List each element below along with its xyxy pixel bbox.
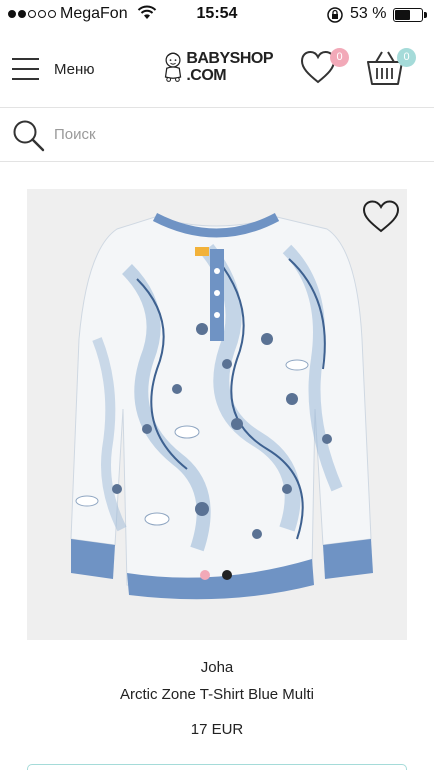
site-header: Меню BABYSHOP .COM 0 0 bbox=[0, 30, 434, 108]
product-price: 17 EUR bbox=[190, 721, 244, 738]
product-name[interactable]: Arctic Zone T-Shirt Blue Multi bbox=[0, 686, 434, 703]
battery-icon bbox=[393, 8, 427, 22]
cart-count-badge: 0 bbox=[397, 48, 416, 67]
image-carousel-dots bbox=[200, 570, 232, 580]
battery-percent: 53 % bbox=[350, 5, 387, 22]
add-to-wishlist-button[interactable] bbox=[361, 199, 401, 235]
hamburger-icon bbox=[12, 58, 39, 80]
menu-button[interactable]: Меню bbox=[12, 54, 112, 84]
carousel-dot-2-active[interactable] bbox=[222, 570, 232, 580]
wishlist-count-badge: 0 bbox=[330, 48, 349, 67]
menu-label: Меню bbox=[54, 60, 95, 78]
logo-text-line1: BABYSHOP bbox=[186, 50, 273, 67]
next-card-edge bbox=[27, 764, 407, 770]
search-icon bbox=[13, 120, 45, 152]
babyshop-logo[interactable]: BABYSHOP .COM bbox=[163, 42, 273, 92]
carousel-dot-1[interactable] bbox=[200, 570, 210, 580]
search-input[interactable]: Поиск bbox=[0, 109, 434, 162]
rotation-lock-icon bbox=[326, 6, 344, 29]
status-bar: MegaFon 15:54 53 % bbox=[0, 0, 434, 30]
baby-logo-icon bbox=[164, 52, 182, 82]
product-image[interactable] bbox=[27, 189, 407, 640]
heart-outline-icon bbox=[362, 200, 400, 233]
logo-text-line2: .COM bbox=[186, 67, 227, 84]
wishlist-button[interactable]: 0 bbox=[300, 48, 352, 88]
product-brand[interactable]: Joha bbox=[0, 659, 434, 676]
cart-button[interactable]: 0 bbox=[366, 48, 418, 88]
search-placeholder: Поиск bbox=[54, 126, 96, 143]
